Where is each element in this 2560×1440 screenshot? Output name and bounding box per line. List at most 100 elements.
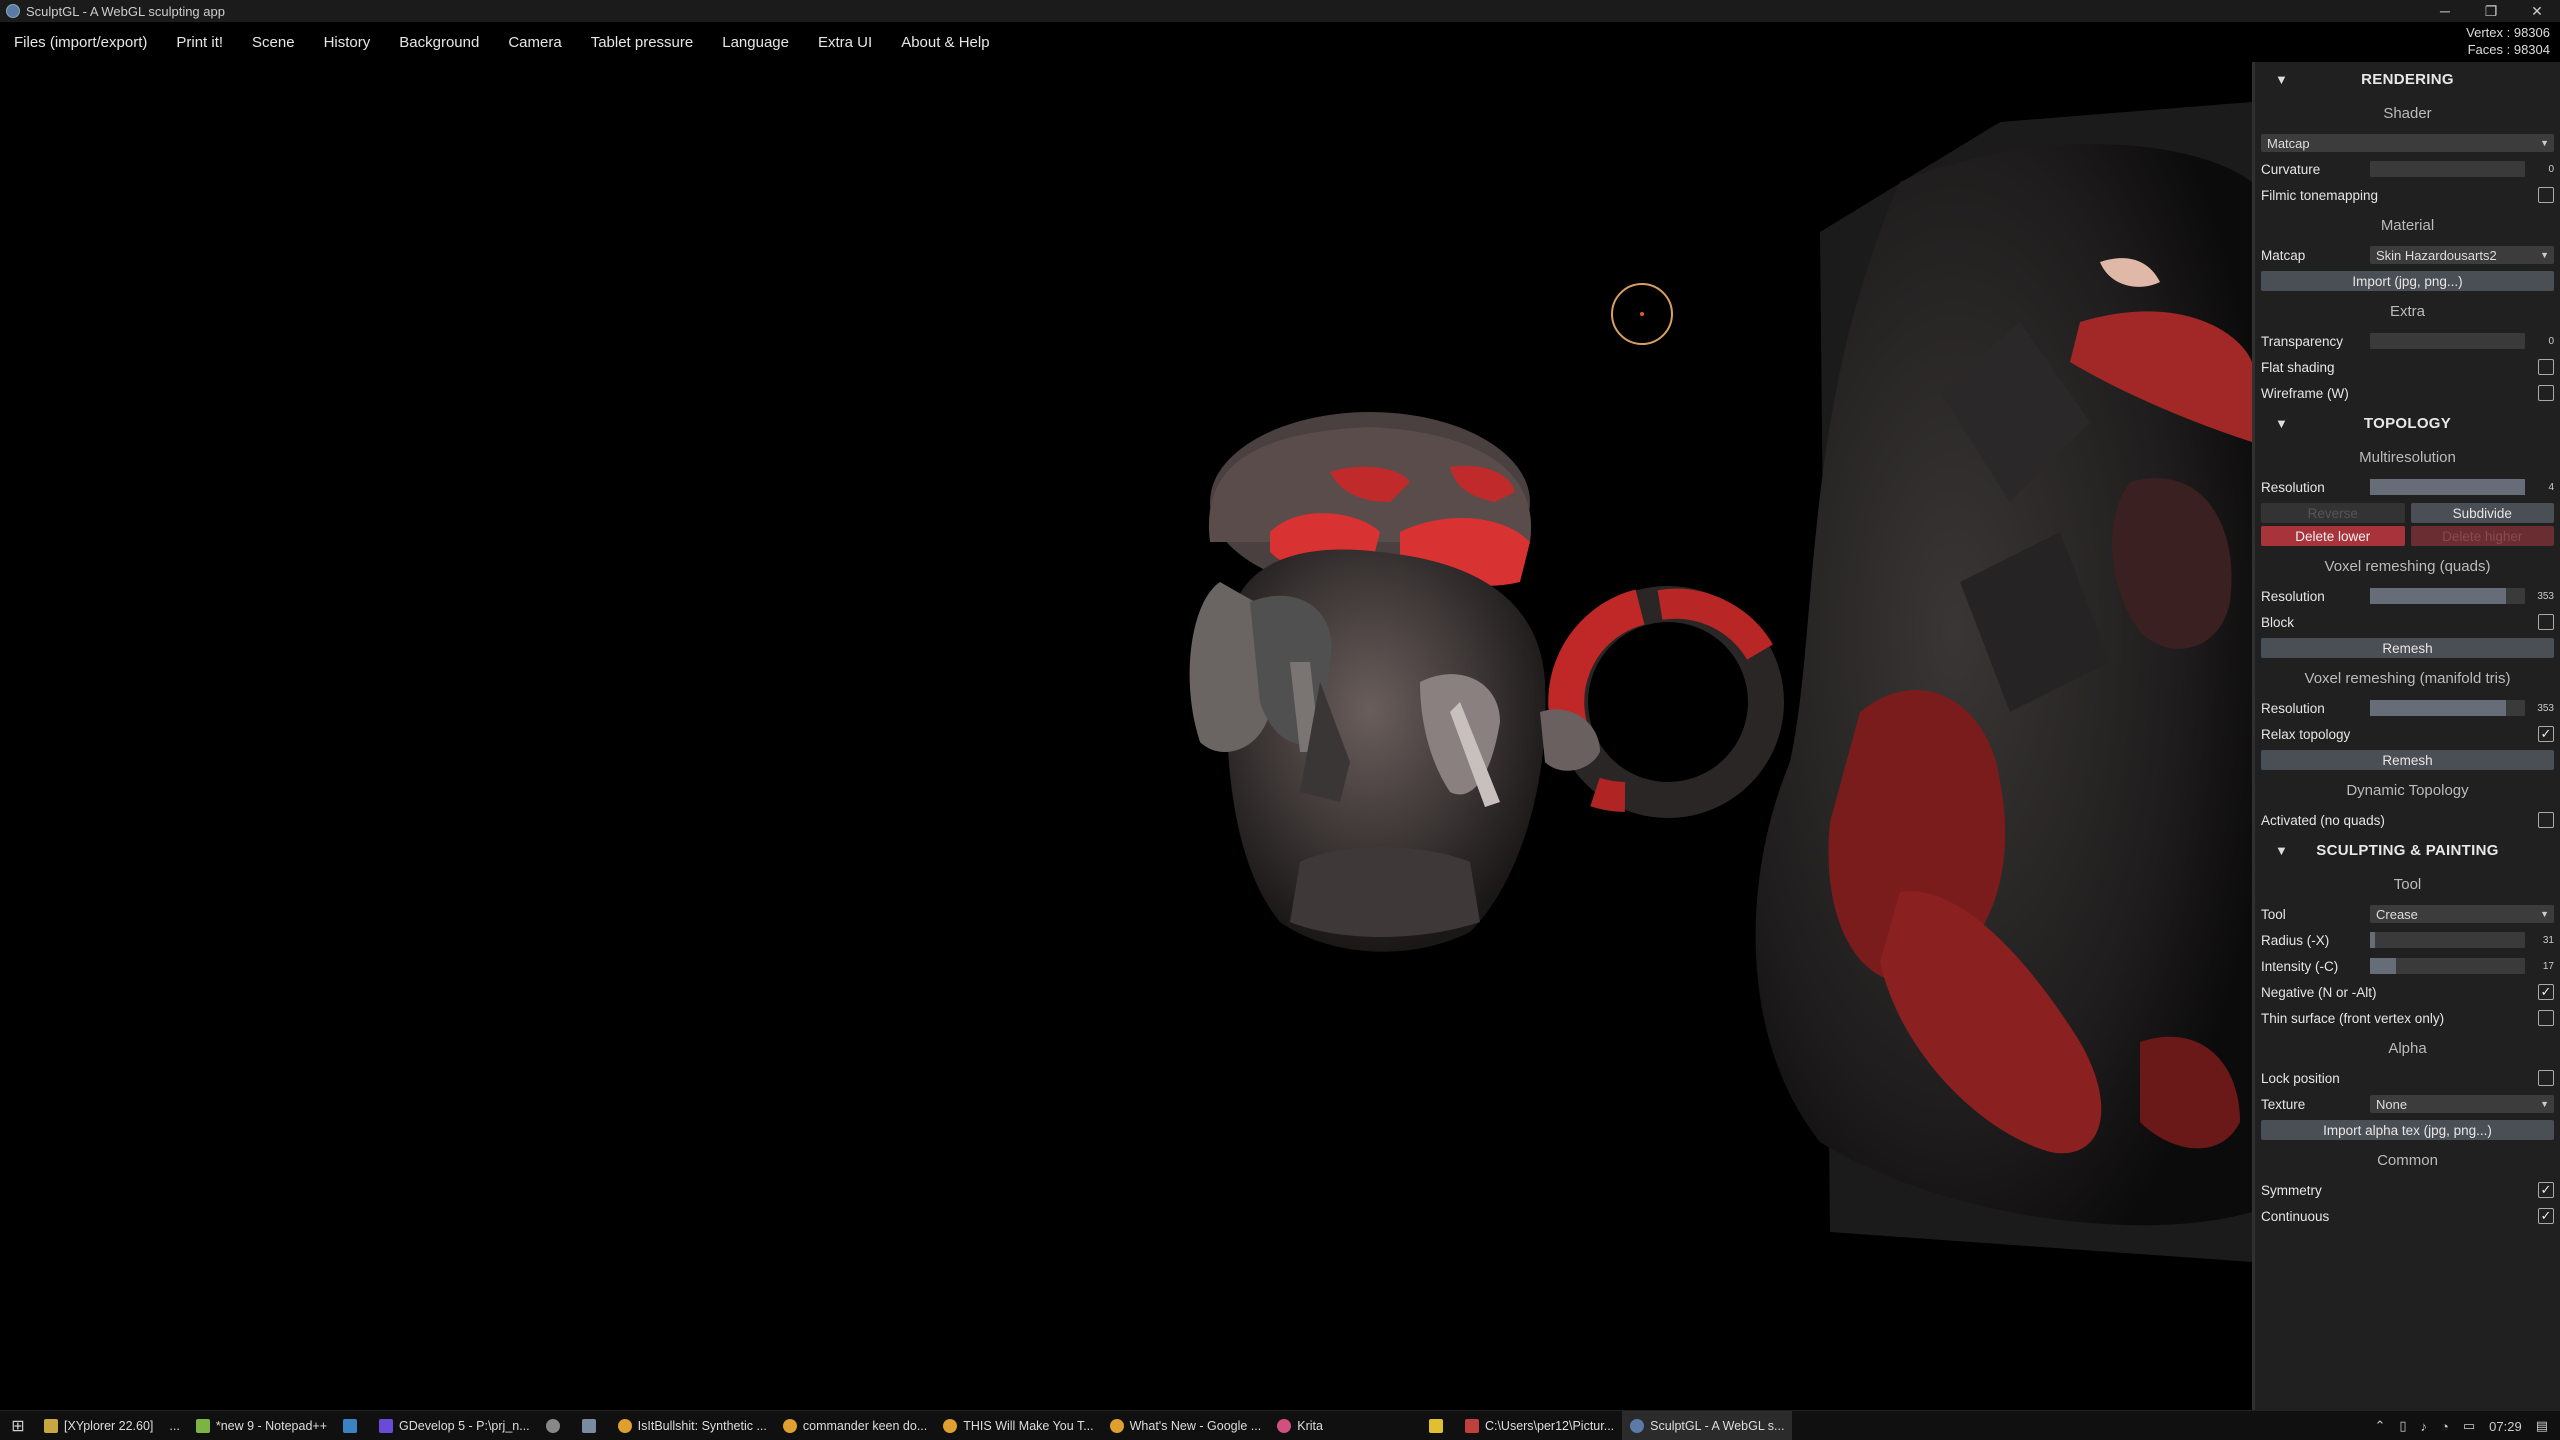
- transparency-value[interactable]: 0: [2530, 336, 2554, 347]
- import-alpha-button[interactable]: Import alpha tex (jpg, png...): [2261, 1120, 2554, 1140]
- block-checkbox[interactable]: [2538, 614, 2554, 630]
- chrome-icon: [943, 1418, 958, 1433]
- task-explorer-pictures[interactable]: C:\Users\per12\Pictur...: [1457, 1411, 1622, 1440]
- curvature-slider[interactable]: [2370, 161, 2525, 177]
- thin-surface-checkbox[interactable]: [2538, 1010, 2554, 1026]
- task-chrome-commander-keen[interactable]: commander keen do...: [775, 1411, 935, 1440]
- menu-camera[interactable]: Camera: [508, 34, 561, 51]
- remesh-tris-button[interactable]: Remesh: [2261, 750, 2554, 770]
- task-obs[interactable]: [538, 1411, 574, 1440]
- task-gdevelop[interactable]: GDevelop 5 - P:\prj_n...: [371, 1411, 538, 1440]
- notifications-icon[interactable]: ▤: [2536, 1418, 2548, 1434]
- task-xyplorer[interactable]: [XYplorer 22.60]: [36, 1411, 161, 1440]
- tool-select[interactable]: Crease ▼: [2370, 905, 2554, 923]
- matcap-select[interactable]: Skin Hazardousarts2 ▼: [2370, 246, 2554, 264]
- remesh-quads-button[interactable]: Remesh: [2261, 638, 2554, 658]
- tray-chevron-icon[interactable]: ⌃: [2374, 1418, 2385, 1434]
- menu-background[interactable]: Background: [399, 34, 479, 51]
- menu-tablet-pressure[interactable]: Tablet pressure: [591, 34, 694, 51]
- close-button[interactable]: ✕: [2514, 0, 2560, 22]
- app-icon: [6, 4, 20, 18]
- radius-value[interactable]: 31: [2530, 935, 2554, 946]
- system-tray: ⌃ ▯ ♪ ◔ ▭ 07:29 ▤: [2374, 1411, 2560, 1440]
- intensity-value[interactable]: 17: [2530, 961, 2554, 972]
- continuous-checkbox[interactable]: ✓: [2538, 1208, 2554, 1224]
- matcap-label: Matcap: [2261, 247, 2306, 263]
- pinned-app-icon: [1428, 1418, 1443, 1433]
- volume-icon[interactable]: ♪: [2421, 1419, 2428, 1434]
- voxel-quads-resolution-slider[interactable]: [2370, 588, 2525, 604]
- delete-lower-button[interactable]: Delete lower: [2261, 526, 2405, 546]
- chrome-icon: [782, 1418, 797, 1433]
- negative-checkbox[interactable]: ✓: [2538, 984, 2554, 1000]
- voxel-tris-resolution-value[interactable]: 353: [2530, 703, 2554, 714]
- task-more[interactable]: ...: [161, 1411, 187, 1440]
- dropdown-caret-icon: ▼: [2540, 138, 2549, 148]
- menu-language[interactable]: Language: [722, 34, 789, 51]
- menu-scene[interactable]: Scene: [252, 34, 295, 51]
- dynamic-activated-label: Activated (no quads): [2261, 812, 2385, 828]
- battery-icon[interactable]: ▭: [2463, 1418, 2475, 1434]
- clock[interactable]: 07:29: [2489, 1419, 2522, 1434]
- texture-select[interactable]: None ▼: [2370, 1095, 2554, 1113]
- voxel-quads-resolution-value[interactable]: 353: [2530, 591, 2554, 602]
- network-icon[interactable]: ◔: [2441, 1419, 2449, 1434]
- voxel-quads-resolution-label: Resolution: [2261, 588, 2325, 604]
- radius-slider[interactable]: [2370, 932, 2525, 948]
- transparency-slider[interactable]: [2370, 333, 2525, 349]
- sculpting-section-header[interactable]: ▼ SCULPTING & PAINTING: [2255, 833, 2560, 867]
- voxel-tris-subheader: Voxel remeshing (manifold tris): [2304, 669, 2511, 687]
- intensity-slider[interactable]: [2370, 958, 2525, 974]
- import-matcap-button[interactable]: Import (jpg, png...): [2261, 271, 2554, 291]
- filmic-checkbox[interactable]: [2538, 187, 2554, 203]
- menu-history[interactable]: History: [324, 34, 371, 51]
- menu-files[interactable]: Files (import/export): [14, 34, 147, 51]
- explorer-icon: [1464, 1418, 1479, 1433]
- voxel-tris-resolution-slider[interactable]: [2370, 700, 2525, 716]
- background-figure: [1755, 102, 2252, 1262]
- filmic-label: Filmic tonemapping: [2261, 187, 2379, 203]
- collapse-triangle-icon[interactable]: ▼: [2275, 72, 2288, 87]
- menu-print[interactable]: Print it!: [176, 34, 223, 51]
- topology-section-header[interactable]: ▼ TOPOLOGY: [2255, 406, 2560, 440]
- task-vscode[interactable]: [335, 1411, 371, 1440]
- task-chrome-isitbullshit[interactable]: IsItBullshit: Synthetic ...: [610, 1411, 775, 1440]
- task-notepadpp[interactable]: *new 9 - Notepad++: [188, 1411, 335, 1440]
- task-krita[interactable]: Krita: [1269, 1411, 1331, 1440]
- minimize-button[interactable]: ─: [2422, 0, 2468, 22]
- tray-device-icon[interactable]: ▯: [2399, 1418, 2406, 1434]
- flat-shading-checkbox[interactable]: [2538, 359, 2554, 375]
- task-sculptgl[interactable]: SculptGL - A WebGL s...: [1622, 1410, 1793, 1440]
- maximize-button[interactable]: ❐: [2468, 0, 2514, 22]
- wireframe-checkbox[interactable]: [2538, 385, 2554, 401]
- curvature-value[interactable]: 0: [2530, 164, 2554, 175]
- menu-about-help[interactable]: About & Help: [901, 34, 989, 51]
- windows-start-icon[interactable]: ⊞: [0, 1411, 36, 1440]
- task-pinned[interactable]: [1421, 1411, 1457, 1440]
- shader-select[interactable]: Matcap ▼: [2261, 134, 2554, 152]
- relax-topology-checkbox[interactable]: ✓: [2538, 726, 2554, 742]
- task-chrome-this-will[interactable]: THIS Will Make You T...: [935, 1411, 1101, 1440]
- collapse-triangle-icon[interactable]: ▼: [2275, 416, 2288, 431]
- lock-position-checkbox[interactable]: [2538, 1070, 2554, 1086]
- chrome-icon: [1109, 1418, 1124, 1433]
- dynamic-topology-subheader: Dynamic Topology: [2346, 781, 2469, 799]
- transparency-label: Transparency: [2261, 333, 2344, 349]
- task-calculator[interactable]: [574, 1411, 610, 1440]
- subdivide-button[interactable]: Subdivide: [2410, 503, 2554, 523]
- reverse-button[interactable]: Reverse: [2261, 503, 2405, 523]
- symmetry-checkbox[interactable]: ✓: [2538, 1182, 2554, 1198]
- 3d-viewport[interactable]: [0, 62, 2252, 1410]
- chrome-icon: [617, 1418, 632, 1433]
- multires-resolution-value[interactable]: 4: [2530, 482, 2554, 493]
- rendering-section-header[interactable]: ▼ RENDERING: [2255, 62, 2560, 96]
- tool-label: Tool: [2261, 906, 2286, 922]
- menu-extra-ui[interactable]: Extra UI: [818, 34, 872, 51]
- thin-surface-label: Thin surface (front vertex only): [2261, 1010, 2445, 1026]
- multires-resolution-label: Resolution: [2261, 479, 2325, 495]
- dynamic-activated-checkbox[interactable]: [2538, 812, 2554, 828]
- multires-resolution-slider[interactable]: [2370, 479, 2525, 495]
- delete-higher-button[interactable]: Delete higher: [2410, 526, 2554, 546]
- task-chrome-whats-new[interactable]: What's New - Google ...: [1102, 1411, 1270, 1440]
- collapse-triangle-icon[interactable]: ▼: [2275, 843, 2288, 858]
